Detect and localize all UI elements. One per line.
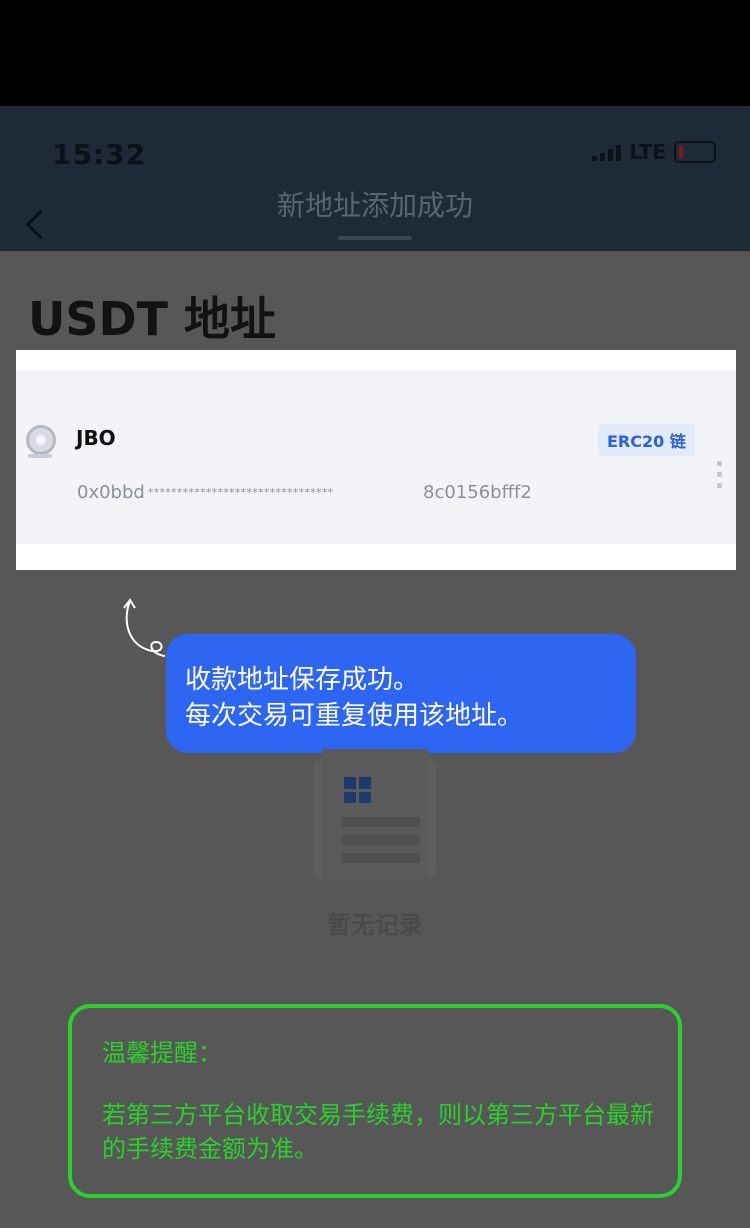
page-title: 新地址添加成功 xyxy=(276,189,473,222)
signal-icon xyxy=(592,143,622,161)
status-time: 15:32 xyxy=(52,138,147,171)
section-heading: USDT 地址 xyxy=(28,292,277,346)
tooltip-line-2: 每次交易可重复使用该地址。 xyxy=(185,701,524,731)
more-vertical-icon[interactable] xyxy=(717,461,722,488)
reminder-title: 温馨提醒： xyxy=(102,1039,222,1067)
highlight-frame: JBO ERC20 链 0x0bbd *********************… xyxy=(16,350,736,570)
pin-shadow xyxy=(28,454,52,458)
address-mask: ******************************** xyxy=(147,486,334,499)
battery-icon xyxy=(674,141,716,163)
page-header: 15:32 LTE 新地址添加成功 xyxy=(0,106,750,251)
reminder-body: 若第三方平台收取交易手续费，则以第三方平台最新的手续费金额为准。 xyxy=(102,1101,654,1163)
empty-state-text: 暂无记录 xyxy=(327,911,423,939)
top-black-bar xyxy=(0,0,750,106)
address-name: JBO xyxy=(76,426,116,450)
grid-icon xyxy=(344,777,371,803)
dimmed-content: USDT 地址 JBO ERC20 链 0x0bbd *************… xyxy=(0,251,750,1228)
chain-badge: ERC20 链 xyxy=(598,424,695,456)
wallet-address: 0x0bbd ******************************** … xyxy=(77,482,532,503)
address-prefix: 0x0bbd xyxy=(77,482,145,503)
reminder-box: 温馨提醒： 若第三方平台收取交易手续费，则以第三方平台最新的手续费金额为准。 xyxy=(68,1004,682,1198)
address-suffix: 8c0156bfff2 xyxy=(423,482,532,503)
success-tooltip: 收款地址保存成功。 每次交易可重复使用该地址。 xyxy=(166,634,636,753)
address-card[interactable]: JBO ERC20 链 0x0bbd *********************… xyxy=(16,370,736,544)
empty-document-icon xyxy=(314,749,436,879)
title-underline xyxy=(338,236,412,240)
status-icons: LTE xyxy=(592,140,716,164)
tooltip-line-1: 收款地址保存成功。 xyxy=(185,665,420,695)
network-label: LTE xyxy=(629,140,666,164)
location-pin-icon xyxy=(26,425,56,455)
